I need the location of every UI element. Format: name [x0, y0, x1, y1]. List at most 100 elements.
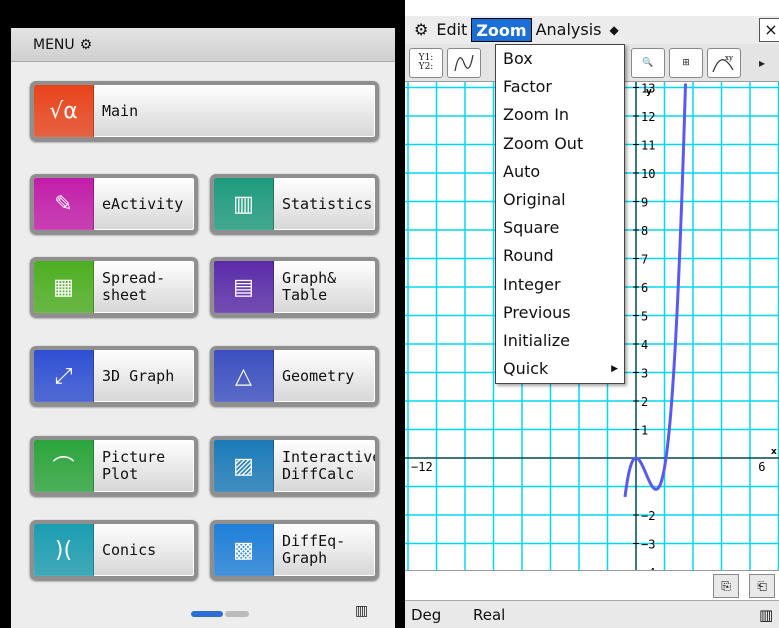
zoom-menu-item-zoom-out[interactable]: Zoom Out	[496, 130, 624, 158]
zoom-menu-item-original[interactable]: Original	[496, 186, 624, 214]
app-button-geometry[interactable]: △ Geometry	[210, 346, 379, 406]
zoom-menu-item-auto[interactable]: Auto	[496, 158, 624, 186]
y1-y2-list-icon[interactable]: Y1: Y2:	[409, 48, 443, 78]
y-tick-label: −2	[641, 509, 655, 523]
eactivity-icon: ✎	[34, 178, 94, 230]
app-label: DiffEq- Graph	[282, 532, 346, 567]
zoom-menu-item-label: Factor	[503, 77, 552, 97]
zoom-menu-item-label: Auto	[503, 161, 541, 181]
conics-icon: )(	[34, 524, 94, 576]
app-label: Statistics	[282, 194, 373, 213]
gear-icon[interactable]: ⚙	[80, 37, 93, 53]
zoom-menu-item-factor[interactable]: Factor	[496, 73, 624, 101]
y-tick-label: −3	[641, 538, 655, 552]
app-button-graph-table[interactable]: ▤ Graph& Table	[210, 257, 379, 317]
zoom-menu-item-square[interactable]: Square	[496, 214, 624, 242]
zoom-menu-item-label: Zoom In	[503, 105, 570, 125]
geometry-icon: △	[214, 350, 274, 402]
zoom-menu-item-label: Integer	[503, 274, 561, 294]
app-label: Graph& Table	[282, 269, 337, 304]
menu-header[interactable]: MENU ⚙	[11, 28, 395, 62]
page-dot-current	[191, 611, 223, 617]
resize-icon[interactable]: ⊞	[669, 48, 703, 78]
y-tick-label: 12	[641, 110, 655, 124]
zoom-menu-item-label: Initialize	[503, 330, 570, 350]
app-label: Conics	[102, 540, 157, 559]
menu-screen: MENU ⚙ √α Main ✎ eActivity ▥ Statistics ▦ Sprea…	[11, 28, 395, 628]
more-arrow-icon[interactable]: ▸	[748, 48, 776, 78]
zoom-menu-item-label: Original	[503, 189, 566, 209]
y-tick-label: 11	[641, 139, 655, 153]
app-label: Spread- sheet	[102, 269, 166, 304]
status-bar: Deg Real ▥	[405, 600, 779, 628]
y-tick-label: 10	[641, 167, 655, 181]
zoom-menu-item-previous[interactable]: Previous	[496, 299, 624, 327]
3d-graph-icon: ⤢	[34, 350, 94, 402]
menubar: ⚙ Edit Zoom Analysis ◆ ×	[405, 16, 779, 44]
interactive-diffcalc-icon: ▨	[214, 440, 274, 492]
y-tick-label: 8	[641, 224, 648, 238]
battery-icon: ▥	[355, 603, 369, 619]
x-min-label: −12	[411, 460, 433, 474]
number-mode[interactable]: Real	[473, 606, 505, 624]
zoom-menu-item-label: Zoom Out	[503, 133, 584, 153]
app-button-spreadsheet[interactable]: ▦ Spread- sheet	[30, 257, 198, 317]
zoom-box-icon[interactable]: 🔍	[631, 48, 665, 78]
zoom-menu-item-label: Previous	[503, 302, 571, 322]
zoom-menu-item-zoom-in[interactable]: Zoom In	[496, 101, 624, 129]
sqrt-alpha-icon: √α	[34, 85, 94, 137]
entry-line[interactable]: ⎘ ⎗	[405, 570, 779, 600]
y-tick-label: 7	[641, 253, 648, 267]
zoom-menu-item-box[interactable]: Box	[496, 45, 624, 73]
diffeq-graph-icon: ▩	[214, 524, 274, 576]
zoom-menu-item-label: Square	[503, 218, 560, 238]
paste-icon[interactable]: ⎗	[749, 574, 775, 598]
app-label: Geometry	[282, 366, 355, 385]
x-max-label: 6	[758, 460, 765, 474]
zoom-menu-item-label: Round	[503, 246, 554, 266]
app-button-eactivity[interactable]: ✎ eActivity	[30, 174, 198, 234]
app-button-interactive-diffcalc[interactable]: ▨ Interactive DiffCalc	[210, 436, 379, 496]
menu-analysis[interactable]: Analysis	[532, 18, 606, 42]
menu-panel: MENU ⚙ √α Main ✎ eActivity ▥ Statistics ▦ Sprea…	[0, 0, 405, 628]
copy-icon[interactable]: ⎘	[713, 574, 739, 598]
app-button-conics[interactable]: )( Conics	[30, 520, 198, 580]
battery-icon: ▥	[759, 606, 774, 624]
y-axis-label: y	[646, 87, 652, 97]
menu-zoom[interactable]: Zoom	[471, 18, 532, 42]
zoom-dropdown-menu: Box Factor Zoom In Zoom Out Auto Original Squa…	[495, 44, 625, 384]
statistics-icon: ▥	[214, 178, 274, 230]
menu-dropdown-arrow-icon[interactable]: ◆	[606, 18, 623, 42]
zoom-menu-item-label: Quick	[503, 359, 549, 379]
close-icon[interactable]: ×	[759, 18, 779, 42]
app-button-sqrt-alpha[interactable]: √α Main	[30, 81, 379, 141]
y-tick-label: 5	[641, 310, 648, 324]
gear-icon[interactable]: ⚙	[405, 18, 432, 42]
zoom-menu-item-integer[interactable]: Integer	[496, 271, 624, 299]
zoom-menu-item-quick[interactable]: Quick ▶	[496, 355, 624, 383]
menu-edit[interactable]: Edit	[432, 18, 471, 42]
app-label: Interactive DiffCalc	[282, 448, 379, 483]
xy-trace-icon[interactable]: xy	[707, 48, 741, 78]
app-label: 3D Graph	[102, 366, 175, 385]
spreadsheet-icon: ▦	[34, 261, 94, 313]
angle-mode[interactable]: Deg	[411, 606, 441, 624]
y-tick-label: 4	[641, 338, 648, 352]
svg-text:xy: xy	[725, 54, 733, 62]
y-tick-label: 1	[641, 424, 648, 438]
app-button-picture-plot[interactable]: ⌒ Picture Plot	[30, 436, 198, 496]
zoom-menu-item-initialize[interactable]: Initialize	[496, 327, 624, 355]
app-label: Main	[102, 101, 139, 120]
page-dot-next	[225, 611, 249, 617]
y-tick-label: 9	[641, 196, 648, 210]
zoom-menu-item-round[interactable]: Round	[496, 242, 624, 270]
submenu-arrow-icon: ▶	[611, 364, 618, 375]
app-label: eActivity	[102, 194, 184, 213]
y-tick-label: 2	[641, 395, 648, 409]
app-label: Picture Plot	[102, 448, 166, 483]
app-button-statistics[interactable]: ▥ Statistics	[210, 174, 379, 234]
menu-title: MENU	[33, 36, 75, 53]
app-button-3d-graph[interactable]: ⤢ 3D Graph	[30, 346, 198, 406]
graph-icon[interactable]	[447, 48, 481, 78]
app-button-diffeq-graph[interactable]: ▩ DiffEq- Graph	[210, 520, 379, 580]
